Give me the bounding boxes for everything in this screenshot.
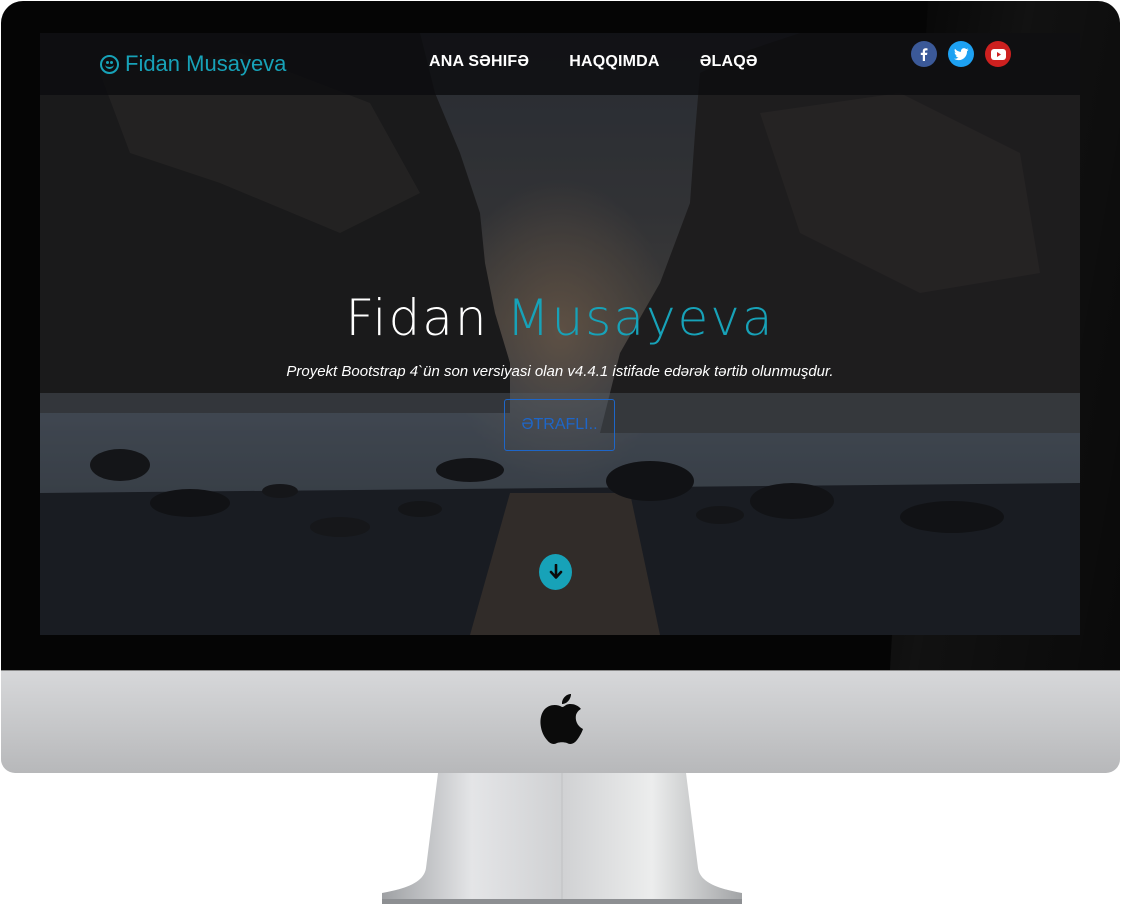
youtube-link[interactable] [985,41,1011,67]
brand-text: Fidan Musayeva [125,51,287,76]
nav-link-contact[interactable]: ƏLAQƏ [700,53,758,71]
twitter-icon [953,47,968,60]
nav-link-about[interactable]: HAQQIMDA [569,53,659,71]
more-info-button[interactable]: ƏTRAFLI.. [504,399,615,451]
nav-menu: ANA SƏHIFƏ HAQQIMDA ƏLAQƏ [429,53,758,71]
hero-subtitle: Proyekt Bootstrap 4`ün son versiyasi ola… [286,363,834,380]
brand-link[interactable]: Fidan Musayeva [100,50,286,78]
hero-title-first: Fidan [345,289,489,347]
youtube-icon [990,48,1006,60]
navbar: Fidan Musayeva ANA SƏHIFƏ HAQQIMDA ƏLAQƏ [40,33,1080,95]
nav-link-home[interactable]: ANA SƏHIFƏ [429,53,529,71]
monitor-stand [382,773,742,904]
apple-logo [540,694,583,744]
smile-icon [100,54,119,74]
facebook-link[interactable] [911,41,937,67]
arrow-down-icon [549,564,562,579]
website-screen: Fidan Musayeva ANA SƏHIFƏ HAQQIMDA ƏLAQƏ [40,33,1080,635]
scroll-down-button[interactable] [539,554,572,590]
facebook-icon [920,48,928,61]
social-links [911,41,1011,67]
hero-title-second: Musayeva [506,289,775,347]
twitter-link[interactable] [948,41,974,67]
hero-title: Fidan Musayeva [40,289,1080,347]
